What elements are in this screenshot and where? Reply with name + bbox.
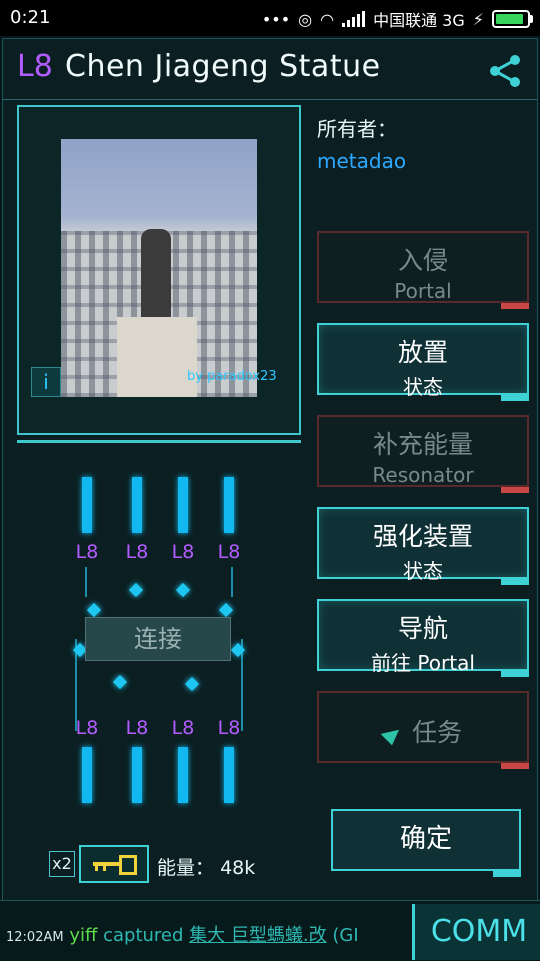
mod-slot-icon (112, 674, 128, 690)
mod-slot-icon (86, 602, 102, 618)
carrier-label: 中国联通 3G (373, 11, 465, 30)
hack-button[interactable]: 入侵 Portal (317, 231, 529, 309)
owner-name[interactable]: metadao (317, 149, 406, 173)
mod-slot-icon (128, 582, 144, 598)
clock: 0:21 (10, 7, 51, 28)
comm-verb: captured (103, 925, 184, 946)
resonator-bar (82, 477, 92, 533)
connector-line (85, 567, 87, 597)
key-count: x2 (49, 851, 75, 877)
navigation-arrow-icon (380, 722, 404, 746)
mod-title: 强化装置 (372, 522, 473, 551)
owner-label: 所有者： (317, 117, 397, 141)
photo-credit[interactable]: by paradox23 (187, 369, 277, 384)
resonator-level: L8 (75, 717, 99, 739)
energy-label: 能量： (157, 857, 215, 879)
status-icons: ••• ◎ ◠ 中国联通 3G ⚡ (261, 7, 533, 31)
navigate-title: 导航 (397, 614, 448, 643)
mission-button[interactable]: 任务 (317, 691, 529, 769)
hack-subtitle: Portal (394, 279, 452, 303)
energy-value: 48k (220, 857, 256, 879)
deploy-button[interactable]: 放置 状态 (317, 323, 529, 401)
mod-slot-icon (218, 602, 234, 618)
mod-button[interactable]: 强化装置 状态 (317, 507, 529, 585)
resonator-bar (132, 477, 142, 533)
connector-line (231, 567, 233, 597)
portal-level: L8 (17, 49, 53, 84)
comm-button[interactable]: COMM (412, 904, 540, 960)
portal-name: Chen Jiageng Statue (65, 49, 381, 84)
button-tab (493, 871, 521, 877)
energy-readout: 能量： 48k (157, 853, 255, 880)
status-bar: 0:21 ••• ◎ ◠ 中国联通 3G ⚡ (0, 0, 540, 36)
portal-image-frame: i by paradox23 (17, 105, 301, 443)
navigate-button[interactable]: 导航 前往 Portal (317, 599, 529, 677)
signal-icon (342, 11, 366, 27)
share-icon[interactable] (487, 53, 523, 89)
comm-rest: (GI (332, 925, 359, 946)
resonator-level: L8 (125, 717, 149, 739)
comm-agent[interactable]: yiff (69, 925, 97, 946)
button-tab (501, 579, 529, 585)
confirm-label: 确定 (399, 824, 452, 854)
resonator-level: L8 (217, 717, 241, 739)
button-tab (501, 303, 529, 309)
battery-icon (492, 10, 533, 28)
mod-slot-icon (184, 676, 200, 692)
link-label: 连接 (134, 625, 182, 653)
deploy-title: 放置 (397, 338, 448, 367)
button-tab (501, 395, 529, 401)
resonator-level: L8 (125, 541, 149, 563)
resonator-bar (224, 747, 234, 803)
resonator-level: L8 (171, 541, 195, 563)
wifi-icon: ◠ (320, 9, 335, 29)
mission-title: 任务 (411, 718, 462, 747)
charging-icon: ⚡ (472, 9, 484, 29)
sync-icon: ◎ (298, 9, 313, 29)
title-row: L8 Chen Jiageng Statue (3, 39, 537, 100)
info-icon[interactable]: i (31, 367, 61, 397)
mod-subtitle: 状态 (403, 559, 443, 583)
statue-image (141, 229, 171, 319)
comm-button-label: COMM (430, 914, 528, 949)
resonator-level: L8 (217, 541, 241, 563)
resonator-bar (132, 747, 142, 803)
resonator-level: L8 (75, 541, 99, 563)
resonator-bar (178, 477, 188, 533)
resonator-level: L8 (171, 717, 195, 739)
navigate-subtitle: 前往 Portal (371, 651, 475, 675)
comm-message: 12:02AM yiff captured 集大 巨型螞蟻.改 (GI (6, 921, 412, 947)
button-tab (501, 763, 529, 769)
recharge-subtitle: Resonator (372, 463, 474, 487)
button-tab (501, 487, 529, 493)
portal-panel: L8 Chen Jiageng Statue i by paradox23 所有… (2, 38, 538, 902)
recharge-button[interactable]: 补充能量 Resonator (317, 415, 529, 493)
comm-timestamp: 12:02AM (6, 930, 64, 945)
resonator-bar (224, 477, 234, 533)
recharge-title: 补充能量 (372, 430, 473, 459)
button-tab (501, 671, 529, 677)
resonator-bar (178, 747, 188, 803)
comm-portal-link[interactable]: 集大 巨型螞蟻.改 (189, 925, 326, 946)
portal-photo[interactable] (61, 139, 257, 397)
pedestal-image (117, 317, 197, 397)
confirm-button[interactable]: 确定 (331, 809, 521, 877)
deploy-subtitle: 状态 (403, 375, 443, 399)
resonator-bar (82, 747, 92, 803)
more-dots-icon: ••• (261, 9, 291, 29)
link-button[interactable]: 连接 (85, 617, 231, 661)
portal-key-button[interactable] (79, 845, 149, 883)
hack-title: 入侵 (397, 246, 448, 275)
mod-slot-icon (175, 582, 191, 598)
